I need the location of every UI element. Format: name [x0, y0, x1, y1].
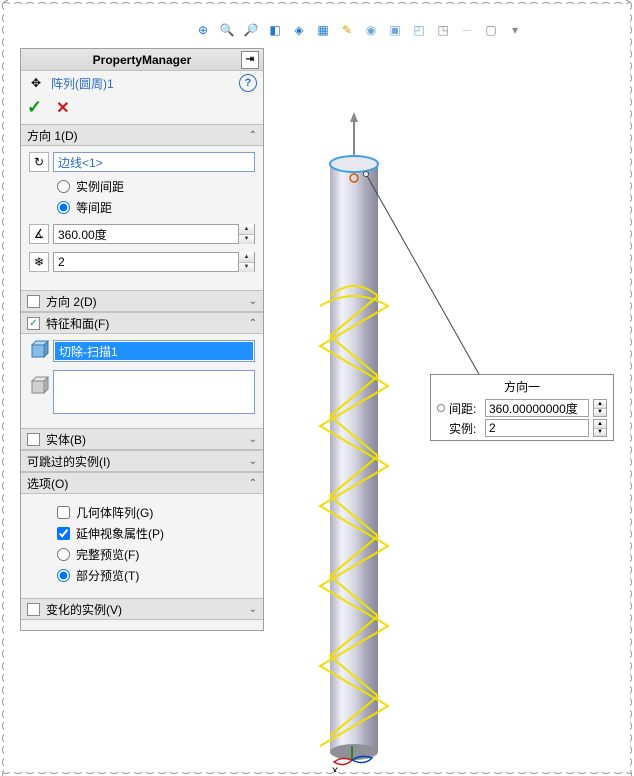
direction-callout: 方向一 间距: 360.00000000度 ▲▼ 实例: 2 ▲▼: [430, 374, 614, 441]
callout-instances-label: 实例:: [449, 420, 481, 437]
angle-spinner[interactable]: ▲▼: [238, 224, 254, 244]
partial-preview-radio[interactable]: [57, 569, 70, 582]
propagate-visual-checkbox[interactable]: [57, 527, 70, 540]
edit-appearance-icon[interactable]: ◉: [362, 21, 380, 39]
section-skip-title: 可跳过的实例(I): [27, 453, 110, 470]
view-settings-icon[interactable]: ◰: [410, 21, 428, 39]
chevron-down-icon: ⌄: [249, 604, 257, 615]
ok-button[interactable]: ✓: [27, 97, 42, 118]
viewport-3d[interactable]: x 方向一 间距: 360.00000000度 ▲▼ 实例: 2 ▲▼: [274, 56, 620, 762]
face-icon: [29, 376, 49, 396]
panel-header: PropertyManager ⇥: [21, 49, 263, 71]
cube-icon[interactable]: ◳: [434, 21, 452, 39]
display-style-icon[interactable]: ▦: [314, 21, 332, 39]
separator-icon: ─: [458, 21, 476, 39]
feature-name: 阵列(圆周)1: [51, 75, 233, 92]
cancel-button[interactable]: ✕: [56, 98, 69, 118]
features-checkbox[interactable]: ✓: [27, 317, 40, 330]
full-preview-radio[interactable]: [57, 548, 70, 561]
chevron-down-icon: ⌄: [249, 456, 257, 467]
section-view-icon[interactable]: ◧: [266, 21, 284, 39]
reverse-direction-icon[interactable]: ↻: [29, 152, 49, 172]
count-spinner[interactable]: ▲▼: [238, 252, 254, 272]
section-direction1-body: ↻ 边线<1> 实例间距 等间距 ∡ 360.00度 ▲▼ ❄ 2 ▲▼: [21, 146, 263, 290]
callout-spacing-label: 间距:: [449, 400, 481, 417]
section-vary-title: 变化的实例(V): [46, 601, 122, 618]
geometry-pattern-checkbox[interactable]: [57, 506, 70, 519]
instance-spacing-radio[interactable]: [57, 180, 70, 193]
angle-icon: ∡: [29, 224, 49, 244]
view-orientation-icon[interactable]: ◈: [290, 21, 308, 39]
vary-checkbox[interactable]: [27, 603, 40, 616]
callout-handle-icon[interactable]: [437, 404, 445, 412]
display-icon[interactable]: ▢: [482, 21, 500, 39]
section-skip-header[interactable]: 可跳过的实例(I) ⌄: [21, 450, 263, 472]
axis-select[interactable]: 边线<1>: [53, 152, 255, 172]
section-features-body: 切除-扫描1: [21, 334, 263, 428]
count-input[interactable]: 2 ▲▼: [53, 252, 255, 272]
feature-icon: [29, 340, 49, 360]
features-list[interactable]: 切除-扫描1: [53, 340, 255, 362]
faces-list[interactable]: [53, 370, 255, 414]
zoom-area-icon[interactable]: 🔍: [218, 21, 236, 39]
equal-spacing-radio[interactable]: [57, 201, 70, 214]
count-icon: ❄: [29, 252, 49, 272]
section-direction1-header[interactable]: 方向 1(D) ⌃: [21, 124, 263, 146]
dropdown-icon[interactable]: ▾: [506, 21, 524, 39]
feature-item[interactable]: 切除-扫描1: [55, 342, 253, 360]
chevron-down-icon: ⌄: [249, 434, 257, 445]
help-icon[interactable]: ?: [239, 74, 257, 92]
callout-spacing-spinner[interactable]: ▲▼: [593, 399, 607, 417]
section-direction2-header[interactable]: 方向 2(D) ⌄: [21, 290, 263, 312]
top-toolbar: ⊕ 🔍 🔎 ◧ ◈ ▦ ✎ ◉ ▣ ◰ ◳ ─ ▢ ▾: [194, 18, 524, 42]
chevron-up-icon: ⌃: [249, 478, 257, 489]
section-direction2-title: 方向 2(D): [46, 293, 97, 310]
callout-title: 方向一: [437, 378, 607, 397]
bodies-checkbox[interactable]: [27, 433, 40, 446]
svg-text:x: x: [332, 763, 338, 772]
apply-scene-icon[interactable]: ▣: [386, 21, 404, 39]
zoom-fit-icon[interactable]: ⊕: [194, 21, 212, 39]
chevron-up-icon: ⌃: [249, 130, 257, 141]
angle-input[interactable]: 360.00度 ▲▼: [53, 224, 255, 244]
panel-title: PropertyManager: [93, 53, 192, 67]
property-manager-panel: PropertyManager ⇥ ✥ 阵列(圆周)1 ? ✓ ✕ 方向 1(D…: [20, 48, 264, 631]
pin-icon[interactable]: ⇥: [241, 51, 259, 69]
chevron-up-icon: ⌃: [249, 318, 257, 329]
chevron-down-icon: ⌄: [249, 296, 257, 307]
confirm-bar: ✓ ✕: [21, 95, 263, 124]
zoom-prev-icon[interactable]: 🔎: [242, 21, 260, 39]
callout-instances-input[interactable]: 2: [485, 419, 589, 437]
circular-pattern-icon: ✥: [27, 74, 45, 92]
section-features-header[interactable]: ✓ 特征和面(F) ⌃: [21, 312, 263, 334]
section-options-body: 几何体阵列(G) 延伸视象属性(P) 完整预览(F) 部分预览(T): [21, 494, 263, 598]
hide-show-icon[interactable]: ✎: [338, 21, 356, 39]
section-bodies-title: 实体(B): [46, 431, 86, 448]
section-bodies-header[interactable]: 实体(B) ⌄: [21, 428, 263, 450]
feature-title-row: ✥ 阵列(圆周)1 ?: [21, 71, 263, 95]
section-features-title: 特征和面(F): [46, 315, 109, 332]
section-options-title: 选项(O): [27, 475, 68, 492]
direction2-checkbox[interactable]: [27, 295, 40, 308]
callout-spacing-input[interactable]: 360.00000000度: [485, 399, 589, 417]
section-options-header[interactable]: 选项(O) ⌃: [21, 472, 263, 494]
callout-instances-spinner[interactable]: ▲▼: [593, 419, 607, 437]
section-vary-header[interactable]: 变化的实例(V) ⌄: [21, 598, 263, 620]
section-direction1-title: 方向 1(D): [27, 127, 78, 144]
